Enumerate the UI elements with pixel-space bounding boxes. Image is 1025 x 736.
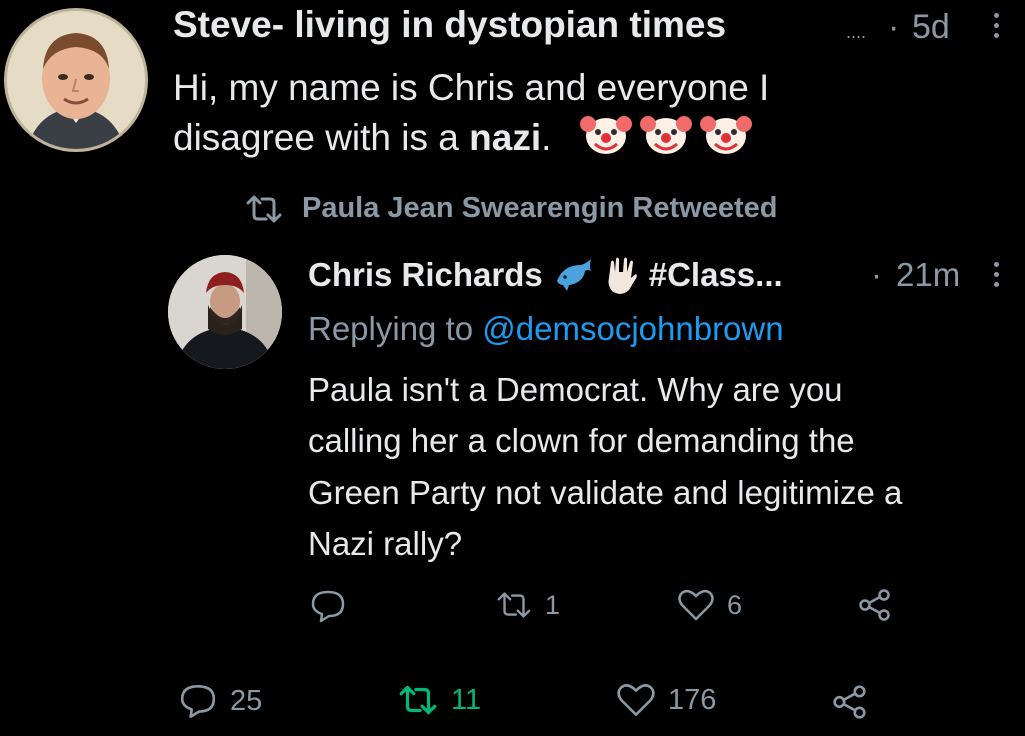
author-name[interactable]: Steve- living in dystopian times	[173, 4, 726, 46]
share-button[interactable]	[858, 588, 892, 622]
name-truncation-ellipsis: ....	[846, 22, 867, 42]
retweet-button[interactable]: 1	[495, 588, 560, 622]
reply-handle-link[interactable]: @demsocjohnbrown	[482, 310, 783, 347]
retweet-count: 1	[545, 589, 561, 620]
author-avatar[interactable]	[4, 8, 148, 152]
vulcan-salute-icon	[608, 257, 637, 294]
retweeted-author-avatar[interactable]	[168, 255, 282, 369]
share-button[interactable]	[832, 684, 868, 720]
replying-to-label: Replying to	[308, 310, 474, 347]
tweet-text-segment: .	[541, 117, 552, 159]
reply-button[interactable]	[309, 588, 347, 624]
heart-icon	[678, 589, 714, 621]
tweet-text-line: Paula isn't a Democrat. Why are you	[308, 371, 843, 408]
retweeted-tweet-text: Paula isn't a Democrat. Why are you call…	[308, 364, 1008, 570]
avatar-portrait-illustration	[7, 11, 145, 149]
replying-to-line: Replying to @demsocjohnbrown	[308, 310, 784, 348]
tweet-text-line: disagree with is a nazi.	[173, 112, 973, 168]
tweet-text: Hi, my name is Chris and everyone I disa…	[173, 63, 973, 168]
reply-count: 25	[230, 684, 263, 717]
heart-icon	[617, 684, 655, 717]
tweet-timestamp[interactable]: 21m	[896, 256, 960, 294]
retweeted-author-tag[interactable]: #Class...	[649, 256, 783, 294]
retweet-icon	[497, 592, 531, 618]
tweet-text-bold: nazi	[469, 117, 542, 159]
clown-face-emoji	[639, 112, 693, 168]
tweet-timestamp[interactable]: 5d	[912, 8, 950, 47]
reply-icon	[180, 684, 216, 719]
share-icon	[833, 685, 866, 719]
meta-separator: ·	[888, 8, 900, 46]
retweeted-header: Chris Richards #Class...	[308, 256, 783, 294]
tweet-text-line: Nazi rally?	[308, 525, 463, 563]
tweet-text-line: calling her a clown for demanding the	[308, 422, 855, 460]
more-options-icon[interactable]	[993, 13, 999, 38]
avatar-photo	[168, 255, 282, 369]
clown-face-emoji	[579, 112, 633, 168]
retweeted-author-name[interactable]: Chris Richards	[308, 256, 543, 294]
share-icon	[859, 589, 890, 621]
like-button[interactable]: 176	[616, 682, 716, 718]
tweet-text-segment: disagree with is a	[173, 117, 459, 159]
retweet-icon	[399, 685, 437, 715]
like-count: 6	[727, 589, 743, 620]
dolphin-icon	[556, 259, 591, 291]
retweet-icon	[246, 195, 282, 222]
retweet-count: 11	[451, 683, 482, 716]
retweet-banner-text: Paula Jean Swearengin Retweeted	[302, 192, 778, 224]
reply-button[interactable]: 25	[178, 682, 262, 720]
tweet-text-line: Hi, my name is Chris and everyone I	[173, 67, 770, 108]
meta-separator: ·	[871, 256, 882, 293]
clown-face-emoji	[699, 112, 753, 168]
like-count: 176	[668, 683, 717, 716]
like-button[interactable]: 6	[677, 588, 742, 622]
more-options-icon[interactable]	[993, 262, 999, 287]
tweet-text-line: Green Party not validate and legitimize …	[308, 473, 903, 511]
retweet-button-active[interactable]: 11	[397, 682, 481, 718]
retweet-banner[interactable]: Paula Jean Swearengin Retweeted	[244, 192, 777, 225]
reply-icon	[311, 590, 345, 623]
